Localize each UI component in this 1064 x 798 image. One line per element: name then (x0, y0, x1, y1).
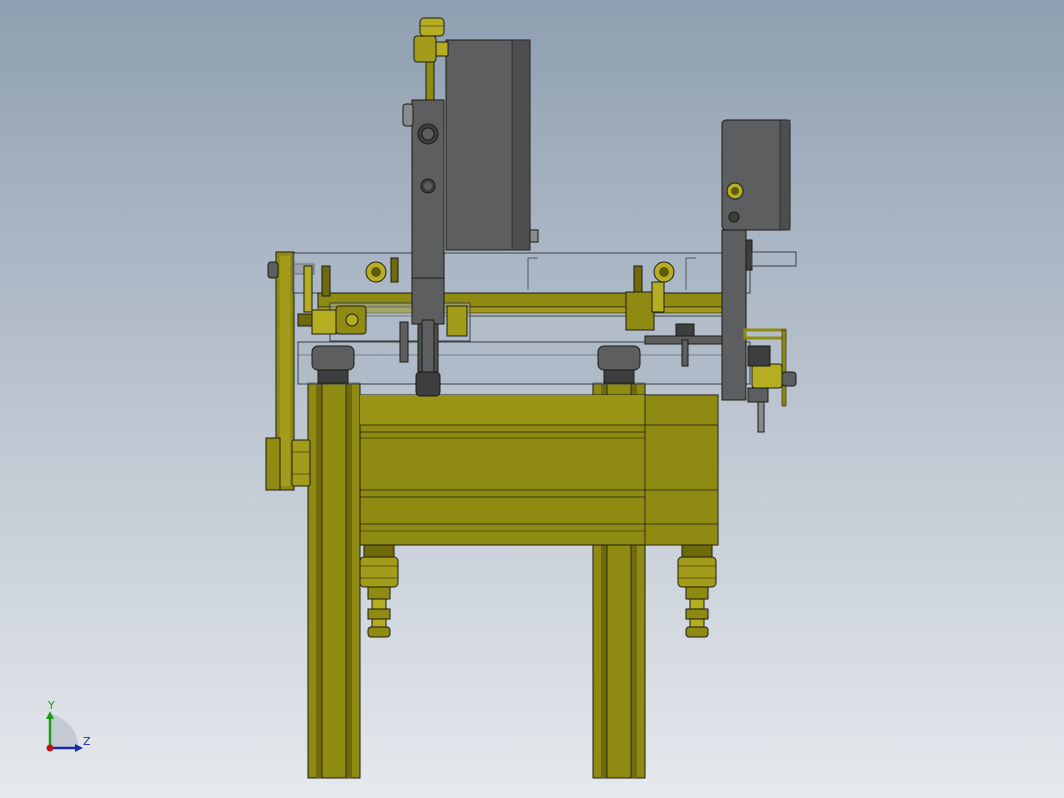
y-axis-label: Y (48, 699, 55, 712)
cylinder-body[interactable] (359, 394, 719, 546)
z-axis-label: Z (83, 735, 91, 748)
air-fitting-top[interactable] (413, 17, 449, 101)
vertical-cylinder[interactable] (445, 39, 539, 251)
right-fitting[interactable] (677, 544, 717, 638)
right-upright[interactable] (721, 229, 797, 433)
triad-origin (46, 744, 54, 752)
left-leg[interactable] (307, 382, 361, 779)
vertical-arm[interactable] (399, 99, 445, 397)
right-roller[interactable] (597, 345, 641, 384)
3d-viewport[interactable]: Y Z (0, 0, 1064, 798)
triad-arc (50, 714, 79, 748)
right-sensor-block[interactable] (721, 119, 791, 231)
orientation-triad[interactable] (38, 698, 98, 758)
left-fitting[interactable] (359, 544, 399, 638)
left-roller[interactable] (311, 345, 355, 384)
guard-nut-right (653, 261, 675, 283)
cad-model-view[interactable] (0, 0, 1064, 798)
